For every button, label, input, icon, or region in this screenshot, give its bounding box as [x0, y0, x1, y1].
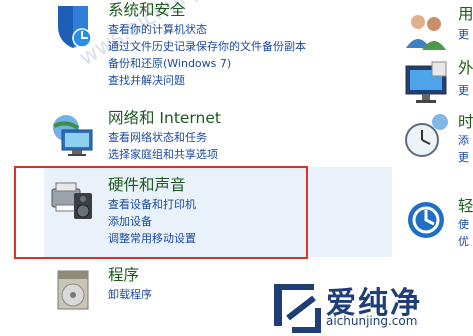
link-file-history-backup[interactable]: 通过文件历史记录保存你的文件备份副本 [108, 38, 306, 55]
category-appearance: 外 更 [398, 58, 473, 108]
shield-icon[interactable] [48, 0, 98, 50]
monitor-icon[interactable] [402, 58, 452, 108]
link[interactable]: 更 [458, 82, 469, 99]
watermark-url: aichunjing.com [326, 314, 418, 328]
link-view-computer-status[interactable]: 查看你的计算机状态 [108, 21, 306, 38]
category-system-security: 系统和安全 查看你的计算机状态 通过文件历史记录保存你的文件备份副本 备份和还原… [48, 0, 388, 100]
link-homegroup-sharing[interactable]: 选择家庭组和共享选项 [108, 146, 218, 163]
link-mobility-settings[interactable]: 调整常用移动设置 [108, 230, 196, 247]
category-ease-of-access: 轻 使 优 [398, 196, 473, 266]
category-title[interactable]: 时 [458, 112, 473, 132]
users-icon[interactable] [402, 4, 452, 54]
clock-icon[interactable] [402, 112, 452, 162]
category-title[interactable]: 程序 [108, 265, 139, 285]
link-devices-printers[interactable]: 查看设备和打印机 [108, 196, 196, 213]
category-network-internet: 网络和 Internet 查看网络状态和任务 选择家庭组和共享选项 [48, 108, 388, 168]
link[interactable]: 更 [458, 149, 469, 166]
link-add-device[interactable]: 添加设备 [108, 213, 196, 230]
ease-of-access-icon[interactable] [402, 196, 452, 246]
link-uninstall-program[interactable]: 卸载程序 [108, 286, 152, 303]
link[interactable]: 使 [458, 216, 469, 233]
link-network-status[interactable]: 查看网络状态和任务 [108, 129, 218, 146]
link[interactable]: 优 [458, 233, 469, 250]
category-title[interactable]: 硬件和声音 [108, 175, 186, 195]
link[interactable]: 更 [458, 26, 469, 43]
link-troubleshoot[interactable]: 查找并解决问题 [108, 72, 306, 89]
category-title[interactable]: 用 [458, 4, 473, 24]
category-title[interactable]: 轻 [458, 196, 473, 216]
category-title[interactable]: 系统和安全 [108, 0, 186, 20]
network-globe-icon[interactable] [48, 108, 98, 158]
link[interactable]: 添 [458, 132, 469, 149]
category-title[interactable]: 外 [458, 58, 473, 78]
programs-disc-icon[interactable] [48, 265, 98, 315]
printer-speaker-icon[interactable] [48, 175, 98, 225]
category-title[interactable]: 网络和 Internet [108, 108, 221, 128]
category-hardware-sound: 硬件和声音 查看设备和打印机 添加设备 调整常用移动设置 [48, 175, 388, 255]
watermark-logo: 爱纯净 aichunjing.com [268, 276, 473, 336]
link-backup-restore[interactable]: 备份和还原(Windows 7) [108, 55, 306, 72]
category-clock-region: 时 添 更 [398, 112, 473, 182]
watermark-logo-icon [274, 284, 321, 333]
